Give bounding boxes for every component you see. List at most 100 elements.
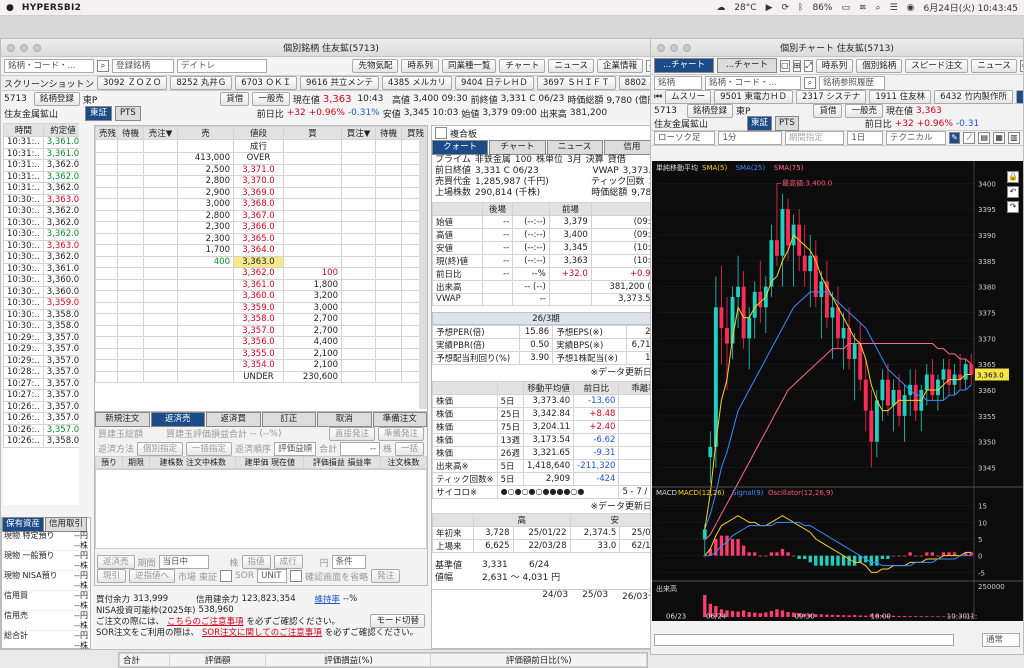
ma-col-3[interactable]: 前日比 <box>573 380 620 395</box>
expand-icon[interactable]: ⤢ <box>804 59 813 72</box>
session-col-1[interactable]: 後場 <box>481 202 514 216</box>
book-row[interactable]: 3,359.0 3,000 <box>95 301 427 314</box>
tab-credit[interactable]: 信用取引 <box>45 517 88 532</box>
minimize-button[interactable] <box>20 44 28 52</box>
exchange-tse-button[interactable]: 東証 <box>747 116 773 131</box>
book-row[interactable]: 3,357.0 2,700 <box>95 324 427 337</box>
book-price[interactable]: 3,370.0 <box>233 175 284 188</box>
chart-symbol-search[interactable]: 銘柄・コード・... <box>705 75 801 90</box>
register-symbol-button[interactable]: 銘柄登録 <box>33 92 80 106</box>
ma-col-0[interactable] <box>432 380 498 395</box>
sor-checkbox[interactable] <box>220 570 233 582</box>
submit-order-button[interactable]: 発注 <box>371 569 401 583</box>
span-select[interactable]: 1日 <box>847 131 884 145</box>
position-col-0[interactable]: 預り <box>94 456 124 469</box>
chart-save-icon[interactable]: ▥ <box>1008 132 1020 144</box>
chart-tab-2[interactable]: ...チャート <box>717 58 778 73</box>
chart-toolbar-news[interactable]: ニュース <box>971 58 1017 73</box>
delivery-button[interactable]: 現引 <box>97 569 127 583</box>
ma-col-1[interactable] <box>496 380 524 395</box>
layout-single-icon[interactable]: ▢ <box>780 59 790 72</box>
book-col-0[interactable]: 売残 <box>95 126 118 140</box>
redo-icon[interactable]: ↷ <box>1007 201 1019 213</box>
tab-cancel[interactable]: 取消 <box>317 411 372 427</box>
book-row[interactable]: 3,355.0 2,100 <box>95 347 427 360</box>
period-select[interactable]: 期間指定 <box>784 131 845 145</box>
unit-select[interactable]: UNIT <box>257 569 288 583</box>
book-price[interactable]: 3,361.0 <box>233 278 284 291</box>
book-price[interactable]: 3,356.0 <box>233 336 284 349</box>
tab-new-order[interactable]: 新規注文 <box>95 411 150 427</box>
tab-prepare[interactable]: 準備注文 <box>372 411 427 427</box>
individual-select-button[interactable]: 個別指定 <box>137 441 184 456</box>
chart-symbol-tab[interactable]: 1911 住友林 <box>869 89 932 104</box>
position-col-2[interactable]: 建株数 注文中株数 <box>149 456 237 469</box>
chart-symbol-tab[interactable]: ムスリー <box>665 89 712 104</box>
tab-close-buy[interactable]: 返済買 <box>206 411 261 427</box>
book-price[interactable]: 3,360.0 <box>233 290 284 303</box>
book-price[interactable]: 3,362.0 <box>233 267 284 280</box>
session-col-2[interactable] <box>512 202 550 216</box>
book-price[interactable]: 3,355.0 <box>233 347 284 360</box>
chart-layout-icon[interactable]: ▦ <box>993 132 1006 144</box>
toolbar-btn-company[interactable]: 企業情報 <box>596 59 643 73</box>
tab-quote[interactable]: クォート <box>432 139 489 155</box>
tab-arrow-left-icon[interactable]: ン <box>85 77 94 90</box>
book-row[interactable]: 3,362.0 100 <box>95 267 427 280</box>
exchange-pts-button[interactable]: PTS <box>775 116 799 131</box>
chart-setting-icon[interactable]: ▤ <box>978 132 991 144</box>
book-row[interactable]: 成行 <box>95 139 427 153</box>
exchange-pts-button[interactable]: PTS <box>115 105 141 121</box>
book-row[interactable]: 413,000 OVER <box>95 152 427 165</box>
stop-order-button[interactable]: 逆指値へ <box>129 569 176 583</box>
book-col-3[interactable]: 売 <box>177 126 234 140</box>
tick-col-price[interactable]: 約定値 <box>42 123 79 137</box>
chart-symbol-tab[interactable]: 2317 システナ <box>795 89 867 104</box>
symbol-tab[interactable]: 3697 ＳＨＩＦＴ <box>536 76 616 90</box>
tab-holdings[interactable]: 保有資産 <box>2 517 45 532</box>
period-select[interactable]: 当日中 <box>158 555 209 569</box>
close-button[interactable] <box>7 44 15 52</box>
book-price[interactable]: 3,354.0 <box>233 359 284 372</box>
book-price[interactable]: 成行 <box>233 139 284 153</box>
position-col-1[interactable]: 期限 <box>122 456 151 469</box>
sync-icon[interactable]: ⟳ <box>782 3 790 13</box>
book-col-7[interactable]: 待機 <box>375 126 402 140</box>
book-price[interactable]: 3,365.0 <box>233 232 284 245</box>
book-col-4[interactable]: 値段 <box>233 126 284 140</box>
book-col-2[interactable]: 売注▼ <box>143 126 178 140</box>
minimize-button[interactable] <box>670 44 678 52</box>
skip-confirm-checkbox[interactable] <box>290 570 303 582</box>
tab-chart[interactable]: チャート <box>489 139 546 155</box>
book-price[interactable]: 3,366.0 <box>233 221 284 234</box>
toolbar-btn-news[interactable]: ニュース <box>548 59 594 73</box>
register-symbol-button[interactable]: 銘柄登録 <box>687 103 734 118</box>
tab-news[interactable]: ニュース <box>546 139 603 155</box>
batch-button[interactable]: 一括 <box>394 441 424 456</box>
search-icon[interactable]: ⌕ <box>97 60 109 72</box>
toolbar-btn-futures[interactable]: 先物気配 <box>352 59 399 73</box>
tab-close-sell[interactable]: 返済売 <box>150 411 205 427</box>
position-col-4[interactable]: 評価損益 損益率 <box>303 456 382 469</box>
general-sell-button[interactable]: 一般売 <box>252 92 290 106</box>
market-order-button[interactable]: 成行 <box>273 555 303 569</box>
chart-tab-1[interactable]: ...チャート <box>654 58 715 73</box>
tab-first-icon[interactable]: ⏮ <box>654 92 662 102</box>
book-row[interactable]: 2,800 3,370.0 <box>95 175 427 188</box>
position-col-5[interactable]: 注文株数 <box>380 456 427 469</box>
prepare-order-button[interactable]: 準備発注 <box>377 426 424 441</box>
symbol-tab[interactable]: 9616 共立メンテ <box>300 76 379 90</box>
book-price[interactable]: 3,368.0 <box>233 198 284 211</box>
position-col-3[interactable]: 建単価 現在値 <box>235 456 305 469</box>
lend-button[interactable]: 貸借 <box>220 92 250 106</box>
book-col-6[interactable]: 買注▼ <box>341 126 376 140</box>
link-icon[interactable]: ∞ <box>1019 59 1023 72</box>
book-row[interactable]: 3,360.0 3,200 <box>95 290 427 303</box>
technical-select[interactable]: テクニカル <box>886 131 946 145</box>
zoom-button[interactable] <box>33 44 41 52</box>
total-shares-input[interactable]: -- <box>340 441 380 456</box>
book-row[interactable]: 2,300 3,365.0 <box>95 232 427 245</box>
play-icon[interactable]: ▶ <box>766 3 773 13</box>
order-book-scrollbar[interactable] <box>419 137 427 409</box>
exchange-tse-button[interactable]: 東証 <box>85 105 113 121</box>
